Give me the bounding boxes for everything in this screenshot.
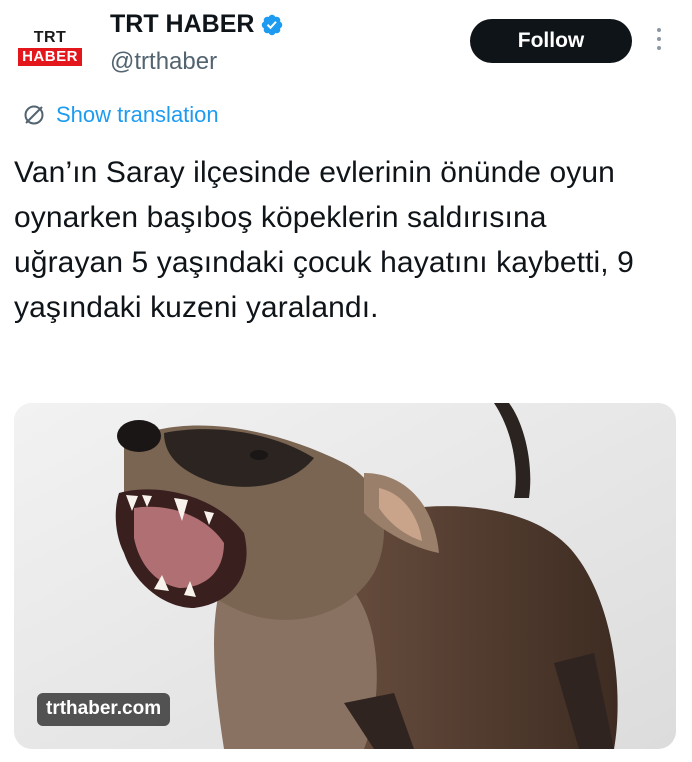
verified-check-icon — [262, 14, 283, 35]
avatar[interactable]: TRT HABER — [12, 22, 88, 74]
avatar-logo-bottom: HABER — [18, 48, 82, 66]
follow-button[interactable]: Follow — [470, 19, 632, 63]
show-translation-link[interactable]: Show translation — [22, 102, 219, 128]
source-badge: trthaber.com — [37, 693, 171, 726]
author-name-row[interactable]: TRT HABER — [110, 10, 284, 39]
tweet-text: Van’ın Saray ilçesinde evlerinin önünde … — [14, 156, 634, 324]
avatar-logo-top: TRT — [33, 29, 67, 46]
translate-globe-icon — [24, 105, 44, 125]
more-vertical-icon[interactable] — [651, 28, 667, 56]
display-name[interactable]: TRT HABER — [110, 10, 254, 39]
account-handle[interactable]: @trthaber — [110, 48, 217, 76]
show-translation-label: Show translation — [56, 102, 219, 127]
